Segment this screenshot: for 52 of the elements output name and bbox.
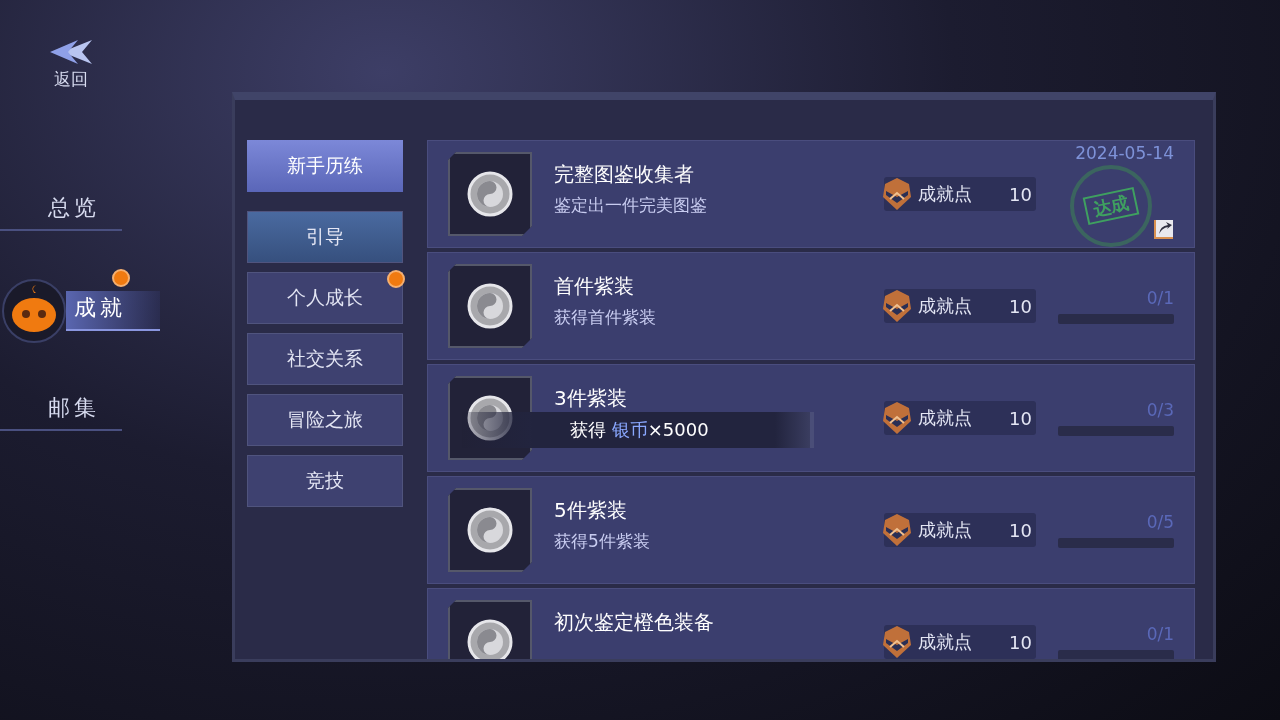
achievement-title: 首件紫装 xyxy=(554,273,635,300)
achievement-description: 获得5件紫装 xyxy=(554,530,651,553)
progress-text: 0/1 xyxy=(1145,288,1174,308)
points-value: 10 xyxy=(1009,519,1032,541)
achievement-card[interactable]: 5件紫装 获得5件紫装 成就点 10 0/5 xyxy=(427,476,1195,584)
points-label: 成就点 xyxy=(918,182,972,206)
achievement-card[interactable]: 首件紫装 获得首件紫装 成就点 10 0/1 xyxy=(427,252,1195,360)
category-tab[interactable]: 引导 xyxy=(247,211,403,263)
points-label: 成就点 xyxy=(918,518,972,542)
points-value: 10 xyxy=(1009,631,1032,653)
completed-stamp: 达成 xyxy=(1082,186,1140,226)
points-value: 10 xyxy=(1009,183,1032,205)
achievement-title: 5件紫装 xyxy=(554,497,628,524)
nav-item[interactable]: 成就 xyxy=(66,291,160,331)
share-button[interactable] xyxy=(1154,219,1174,239)
points-value: 10 xyxy=(1009,295,1032,317)
points-value: 10 xyxy=(1009,407,1032,429)
share-icon xyxy=(1154,219,1174,239)
coin-icon xyxy=(467,171,513,217)
achievement-description: 获得首件紫装 xyxy=(554,306,657,329)
medal-icon xyxy=(882,401,912,435)
coin-icon xyxy=(467,619,513,659)
nav-item[interactable]: 邮集 xyxy=(0,391,122,431)
category-header: 新手历练 xyxy=(247,140,403,192)
medal-icon xyxy=(882,289,912,323)
double-chevron-icon xyxy=(48,38,94,66)
back-button[interactable]: 返回 xyxy=(48,38,94,91)
points-label: 成就点 xyxy=(918,406,972,430)
coin-icon xyxy=(467,507,513,553)
progress-text: 0/3 xyxy=(1145,400,1174,420)
progress-text: 0/5 xyxy=(1145,512,1174,532)
mascot-avatar-icon xyxy=(2,279,66,343)
category-tab[interactable]: 社交关系 xyxy=(247,333,403,385)
category-tab[interactable]: 个人成长 xyxy=(247,272,403,324)
achievement-title: 初次鉴定橙色装备 xyxy=(554,609,715,636)
achievement-card[interactable]: 初次鉴定橙色装备 成就点 10 0/1 xyxy=(427,588,1195,659)
medal-icon xyxy=(882,177,912,211)
category-tab[interactable]: 冒险之旅 xyxy=(247,394,403,446)
points-label: 成就点 xyxy=(918,630,972,654)
completion-date: 2024-05-14 xyxy=(1075,143,1174,163)
achievement-title: 3件紫装 xyxy=(554,385,628,412)
achievement-card[interactable]: 完整图鉴收集者 鉴定出一件完美图鉴 成就点 10 2024-05-14 达成 xyxy=(427,140,1195,248)
achievement-title: 完整图鉴收集者 xyxy=(554,161,695,188)
nav-item[interactable]: 总览 xyxy=(0,191,122,231)
reward-message: 获得 银币×5000 xyxy=(570,418,709,442)
medal-icon xyxy=(882,513,912,547)
coin-icon xyxy=(467,283,513,329)
medal-icon xyxy=(882,625,912,659)
category-tab[interactable]: 竞技 xyxy=(247,455,403,507)
points-label: 成就点 xyxy=(918,294,972,318)
achievement-description: 鉴定出一件完美图鉴 xyxy=(554,194,708,217)
progress-text: 0/1 xyxy=(1145,624,1174,644)
